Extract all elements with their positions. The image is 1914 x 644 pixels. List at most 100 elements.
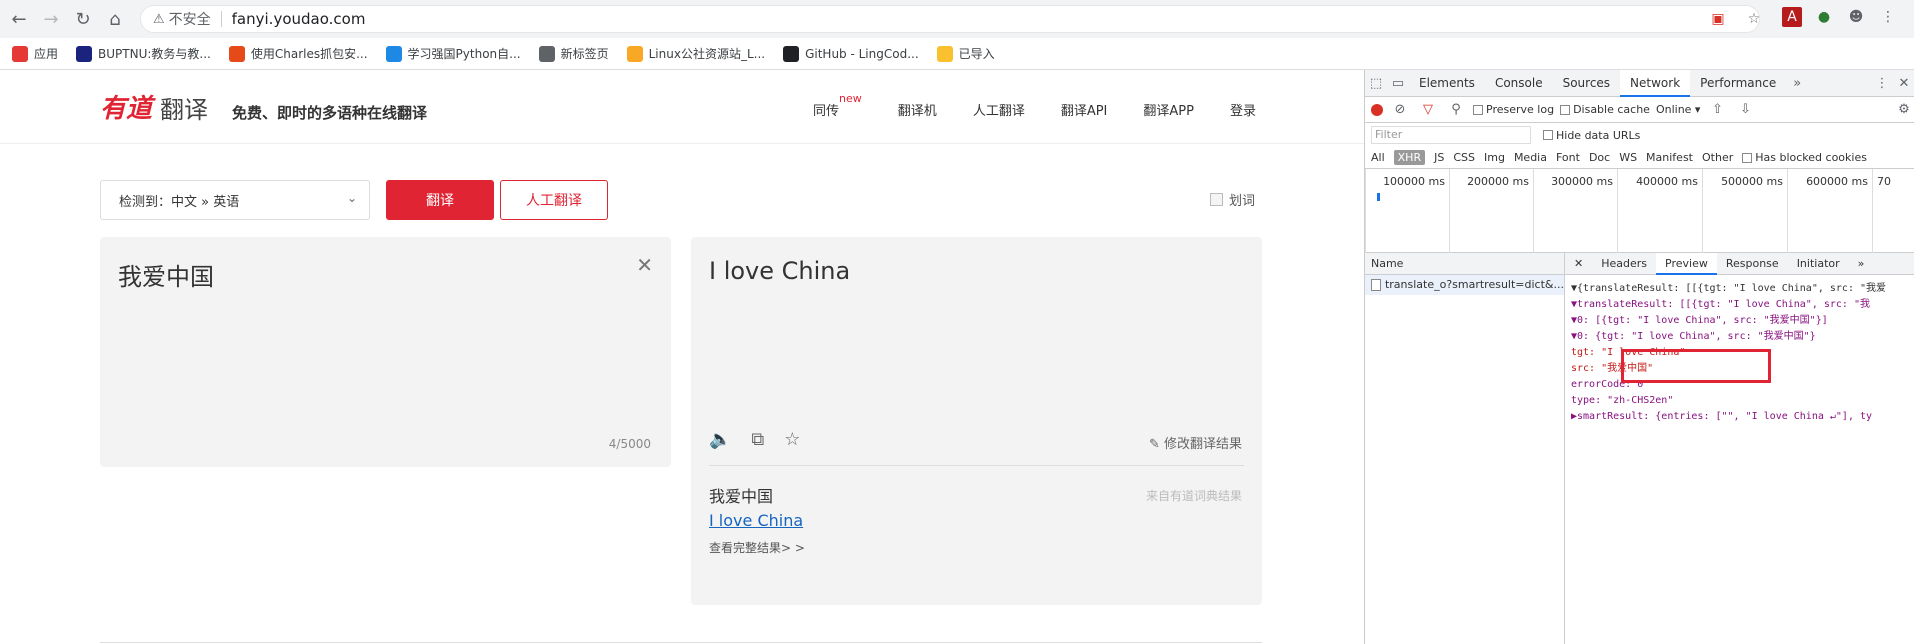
devtools-menu-icon[interactable]: ⋮ (1871, 70, 1893, 97)
forward-icon[interactable]: → (38, 6, 64, 32)
type-font[interactable]: Font (1556, 151, 1580, 164)
type-doc[interactable]: Doc (1589, 151, 1610, 164)
bookmark-item[interactable]: 使用Charles抓包安... (228, 45, 368, 62)
type-all[interactable]: All (1371, 151, 1385, 164)
dict-more-link[interactable]: 查看完整结果> > (709, 539, 805, 556)
bookmark-item[interactable]: BUPTNU:教务与教... (76, 45, 211, 62)
nav-item-human-translation[interactable]: 人工翻译 (973, 100, 1025, 119)
xuexi-icon (385, 45, 402, 62)
chevron-down-icon: ⌄ (346, 191, 357, 205)
tab-initiator[interactable]: Initiator (1788, 253, 1849, 275)
json-line[interactable]: ▼0: [{tgt: "I love China", src: "我爱中国"}] (1571, 313, 1886, 329)
close-details-icon[interactable]: ✕ (1565, 253, 1592, 275)
type-other[interactable]: Other (1702, 151, 1733, 164)
nav-item-login[interactable]: 登录 (1230, 100, 1256, 119)
type-media[interactable]: Media (1514, 151, 1547, 164)
filter-input[interactable]: Filter (1371, 126, 1531, 144)
human-translate-button[interactable]: 人工翻译 (500, 180, 608, 220)
timeline-tick: 500000 ms (1702, 169, 1787, 253)
network-settings-icon[interactable]: ⚙ (1893, 96, 1914, 123)
word-select-toggle[interactable]: 划词 (1210, 190, 1255, 209)
tab-response[interactable]: Response (1717, 253, 1788, 275)
json-line[interactable]: ▼0: {tgt: "I love China", src: "我爱中国"} (1571, 329, 1886, 345)
profile-avatar-icon[interactable]: ☻ (1846, 7, 1866, 27)
upload-har-icon[interactable]: ⇧ (1706, 96, 1728, 123)
download-har-icon[interactable]: ⇩ (1734, 96, 1756, 123)
star-icon[interactable]: ☆ (784, 429, 800, 450)
nav-item-tongchuan[interactable]: 同传new (813, 92, 862, 119)
record-icon[interactable] (1371, 103, 1383, 116)
type-img[interactable]: Img (1484, 151, 1505, 164)
reload-icon[interactable]: ↻ (70, 6, 96, 32)
clear-log-icon[interactable]: ⊘ (1389, 96, 1411, 123)
evernote-extension-icon[interactable]: ● (1814, 7, 1834, 27)
type-js[interactable]: JS (1434, 151, 1444, 164)
source-text[interactable]: 我爱中国 (118, 257, 214, 292)
nav-item-api[interactable]: 翻译API (1061, 100, 1108, 119)
tab-sources[interactable]: Sources (1553, 70, 1620, 97)
nav-item-translator-device[interactable]: 翻译机 (898, 100, 937, 119)
youdao-logo[interactable]: 有道 (100, 88, 152, 125)
language-select[interactable]: 检测到：中文 » 英语 ⌄ (100, 180, 370, 220)
bookmark-item[interactable]: GitHub - LingCod... (783, 45, 919, 62)
name-column-header[interactable]: Name (1365, 253, 1564, 275)
tab-performance[interactable]: Performance (1690, 70, 1786, 97)
translate-button[interactable]: 翻译 (386, 180, 494, 220)
nav-item-app[interactable]: 翻译APP (1143, 100, 1194, 119)
tab-preview[interactable]: Preview (1656, 252, 1717, 275)
tab-console[interactable]: Console (1485, 70, 1553, 97)
preserve-log-checkbox[interactable]: Preserve log (1473, 103, 1554, 116)
throttle-select[interactable]: Online ▾ (1656, 103, 1701, 116)
bookmark-star-icon[interactable]: ☆ (1744, 9, 1764, 29)
buptnu-icon (76, 45, 93, 62)
has-blocked-cookies-checkbox[interactable]: Has blocked cookies (1742, 151, 1867, 164)
target-text: I love China (709, 257, 851, 285)
request-row[interactable]: translate_o?smartresult=dict&... (1365, 275, 1564, 295)
tab-headers[interactable]: Headers (1592, 253, 1656, 275)
type-ws[interactable]: WS (1619, 151, 1637, 164)
type-xhr[interactable]: XHR (1393, 150, 1426, 165)
speaker-icon[interactable]: 🔈 (709, 429, 731, 450)
json-line[interactable]: ▶smartResult: {entries: ["", "I love Chi… (1571, 409, 1886, 425)
more-tabs-icon[interactable]: » (1786, 70, 1808, 97)
search-icon[interactable]: ⚲ (1445, 96, 1467, 123)
hide-data-urls-checkbox[interactable]: Hide data URLs (1543, 129, 1640, 142)
type-manifest[interactable]: Manifest (1646, 151, 1693, 164)
url-text[interactable]: fanyi.youdao.com (232, 10, 366, 28)
inspect-icon[interactable]: ⬚ (1365, 70, 1387, 97)
word-select-checkbox[interactable] (1210, 193, 1223, 206)
bookmark-item[interactable]: Linux公社资源站_L... (626, 45, 765, 62)
network-timeline[interactable]: 100000 ms 200000 ms 300000 ms 400000 ms … (1365, 169, 1914, 253)
timeline-request-bar (1377, 193, 1380, 201)
fanyi-logo[interactable]: 翻译 (160, 90, 208, 125)
more-detail-tabs-icon[interactable]: » (1849, 253, 1874, 275)
clear-icon[interactable]: ✕ (636, 253, 653, 277)
tab-elements[interactable]: Elements (1409, 70, 1485, 97)
menu-kebab-icon[interactable]: ⋮ (1878, 7, 1898, 27)
disable-cache-checkbox[interactable]: Disable cache (1560, 103, 1650, 116)
tab-network[interactable]: Network (1620, 69, 1691, 97)
device-toggle-icon[interactable]: ▭ (1387, 70, 1409, 97)
blocked-popup-icon[interactable]: ▣ (1708, 9, 1728, 29)
copy-icon[interactable]: ⧉ (751, 429, 764, 450)
pdf-extension-icon[interactable]: A (1782, 7, 1802, 27)
address-separator (220, 11, 222, 27)
bookmark-item[interactable]: 学习强国Python自... (385, 45, 521, 62)
home-icon[interactable]: ⌂ (102, 6, 128, 32)
bookmark-item[interactable]: 应用 (12, 45, 58, 62)
type-css[interactable]: CSS (1453, 151, 1475, 164)
edit-result-link[interactable]: ✎ 修改翻译结果 (1149, 433, 1242, 452)
back-icon[interactable]: ← (6, 6, 32, 32)
bookmark-item[interactable]: 已导入 (936, 45, 995, 62)
document-icon (1371, 279, 1381, 291)
source-input-box[interactable]: 我爱中国 ✕ 4/5000 (100, 237, 671, 467)
devtools-close-icon[interactable]: ✕ (1893, 70, 1914, 97)
filter-icon[interactable]: ▽ (1417, 96, 1439, 123)
bookmark-item[interactable]: 新标签页 (538, 45, 609, 62)
address-bar[interactable]: ⚠ 不安全 fanyi.youdao.com (140, 5, 1760, 33)
dict-result-link[interactable]: I love China (709, 511, 803, 530)
github-icon (783, 45, 800, 62)
json-line[interactable]: ▼{translateResult: [[{tgt: "I love China… (1571, 281, 1886, 297)
json-line[interactable]: ▼translateResult: [[{tgt: "I love China"… (1571, 297, 1886, 313)
timeline-tick: 600000 ms (1787, 169, 1872, 253)
